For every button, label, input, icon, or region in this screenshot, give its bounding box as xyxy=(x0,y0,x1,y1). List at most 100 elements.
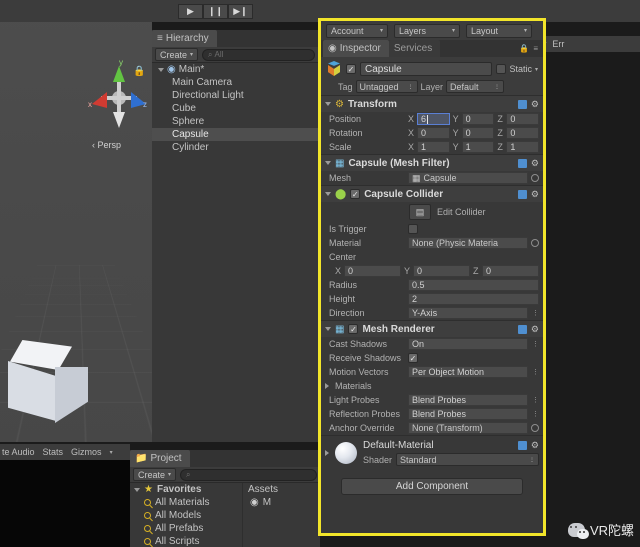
chevron-down-icon[interactable] xyxy=(325,192,331,196)
add-component-button[interactable]: Add Component xyxy=(341,478,523,495)
axis-value-field[interactable]: 1 xyxy=(506,141,540,153)
chevron-down-icon[interactable]: ⋮ xyxy=(531,410,539,418)
chevron-down-icon[interactable] xyxy=(158,67,164,72)
mesh-filter-header[interactable]: ▦ Capsule (Mesh Filter) ⚙ xyxy=(321,155,543,171)
asset-item[interactable]: ◉ M xyxy=(248,496,320,509)
chevron-down-icon[interactable]: ▾ xyxy=(110,449,113,456)
tab-services[interactable]: Services xyxy=(388,40,441,57)
chevron-down-icon[interactable] xyxy=(325,102,331,106)
project-favorite-item[interactable]: All Materials xyxy=(130,496,242,509)
collider-enabled-checkbox[interactable]: ✓ xyxy=(350,189,361,199)
hierarchy-root-row[interactable]: ◉ Main* xyxy=(152,63,318,76)
scene-projection-label[interactable]: ‹ Persp xyxy=(92,140,121,150)
object-active-checkbox[interactable]: ✓ xyxy=(346,64,356,74)
gear-icon[interactable]: ⚙ xyxy=(531,158,539,169)
tab-hierarchy[interactable]: ≡ Hierarchy xyxy=(152,30,217,47)
chevron-down-icon[interactable] xyxy=(325,161,331,165)
mesh-picker-icon[interactable] xyxy=(531,174,539,182)
is-trigger-checkbox[interactable] xyxy=(408,224,418,234)
axis-value-field[interactable]: 0 xyxy=(461,113,495,125)
radius-field[interactable]: 0.5 xyxy=(408,279,539,291)
hierarchy-item[interactable]: Cylinder xyxy=(152,141,318,154)
transform-header[interactable]: ⚙ Transform ⚙ xyxy=(321,96,543,112)
chevron-down-icon[interactable]: ⋮ xyxy=(531,368,539,376)
center-z-field[interactable]: 0 xyxy=(482,265,539,277)
hierarchy-item[interactable]: Directional Light xyxy=(152,89,318,102)
direction-dropdown[interactable]: Y-Axis xyxy=(408,307,528,319)
mute-audio-button[interactable]: te Audio xyxy=(2,447,35,457)
assets-breadcrumb[interactable]: Assets xyxy=(248,483,320,496)
axis-value-field[interactable]: 6 xyxy=(417,113,450,125)
layer-dropdown[interactable]: Default ⋮ xyxy=(446,80,505,93)
layout-dropdown[interactable]: Layout ▾ xyxy=(466,23,532,38)
axis-value-field[interactable]: 0 xyxy=(461,127,495,139)
error-pause-toggle[interactable]: Err xyxy=(552,39,564,49)
shader-dropdown[interactable]: Standard ⋮ xyxy=(396,453,539,466)
center-x-field[interactable]: 0 xyxy=(344,265,401,277)
object-name-field[interactable]: Capsule xyxy=(360,62,493,76)
physic-material-field[interactable]: None (Physic Materia xyxy=(408,237,528,249)
hierarchy-item[interactable]: Capsule xyxy=(152,128,318,141)
height-field[interactable]: 2 xyxy=(408,293,539,305)
chevron-down-icon[interactable] xyxy=(134,487,140,492)
static-toggle[interactable]: Static ▾ xyxy=(496,64,538,74)
help-icon[interactable] xyxy=(517,441,527,450)
anchor-override-field[interactable]: None (Transform) xyxy=(408,422,528,434)
light-probes-dropdown[interactable]: Blend Probes xyxy=(408,394,528,406)
gear-icon[interactable]: ⚙ xyxy=(531,99,539,110)
axis-value-field[interactable]: 1 xyxy=(417,141,450,153)
account-dropdown[interactable]: Account ▾ xyxy=(326,23,388,38)
project-create-button[interactable]: Create ▾ xyxy=(133,468,177,481)
materials-row[interactable]: Materials xyxy=(321,379,543,393)
mesh-object-field[interactable]: ▦ Capsule xyxy=(408,172,528,184)
chevron-down-icon[interactable]: ⋮ xyxy=(531,396,539,404)
axis-value-field[interactable]: 0 xyxy=(506,113,540,125)
center-y-field[interactable]: 0 xyxy=(413,265,470,277)
tab-project[interactable]: 📁 Project xyxy=(130,450,190,467)
lock-icon[interactable]: 🔒 xyxy=(519,44,529,53)
tag-dropdown[interactable]: Untagged ⋮ xyxy=(355,80,418,93)
motion-vectors-dropdown[interactable]: Per Object Motion xyxy=(408,366,528,378)
gizmos-button[interactable]: Gizmos xyxy=(71,447,102,457)
stats-button[interactable]: Stats xyxy=(43,447,64,457)
help-icon[interactable] xyxy=(517,189,527,199)
project-search-input[interactable]: ⌕ xyxy=(180,468,317,481)
static-checkbox[interactable] xyxy=(496,64,507,74)
axis-value-field[interactable]: 1 xyxy=(461,141,495,153)
project-favorite-item[interactable]: All Prefabs xyxy=(130,522,242,535)
mesh-renderer-enabled-checkbox[interactable]: ✓ xyxy=(348,324,359,334)
hierarchy-item[interactable]: Cube xyxy=(152,102,318,115)
play-button[interactable]: ▶ xyxy=(178,4,203,19)
scene-cube-object[interactable] xyxy=(8,340,92,426)
help-icon[interactable] xyxy=(517,99,527,109)
chevron-right-icon[interactable] xyxy=(325,450,329,456)
chevron-down-icon[interactable] xyxy=(325,327,331,331)
hierarchy-create-button[interactable]: Create ▾ xyxy=(155,48,199,61)
axis-value-field[interactable]: 0 xyxy=(417,127,450,139)
mesh-renderer-header[interactable]: ▦ ✓ Mesh Renderer ⚙ xyxy=(321,321,543,337)
edit-collider-button[interactable]: ▤ xyxy=(409,204,431,220)
hierarchy-search-input[interactable]: ⌕ All xyxy=(202,48,315,61)
lock-icon[interactable]: 🔒 xyxy=(133,66,145,77)
cast-shadows-dropdown[interactable]: On xyxy=(408,338,528,350)
chevron-right-icon[interactable] xyxy=(325,383,329,389)
step-button[interactable]: ▶❙ xyxy=(228,4,253,19)
gear-icon[interactable]: ⚙ xyxy=(531,440,539,451)
anchor-override-picker-icon[interactable] xyxy=(531,424,539,432)
axis-value-field[interactable]: 0 xyxy=(506,127,540,139)
receive-shadows-checkbox[interactable]: ✓ xyxy=(408,353,418,363)
gear-icon[interactable]: ⚙ xyxy=(531,189,539,200)
collider-header[interactable]: ⬤ ✓ Capsule Collider ⚙ xyxy=(321,186,543,202)
hierarchy-item[interactable]: Sphere xyxy=(152,115,318,128)
pause-button[interactable]: ❙❙ xyxy=(203,4,228,19)
tab-inspector[interactable]: ◉ Inspector xyxy=(323,40,389,57)
hierarchy-item[interactable]: Main Camera xyxy=(152,76,318,89)
menu-icon[interactable]: ≡ xyxy=(533,44,538,53)
physic-material-picker-icon[interactable] xyxy=(531,239,539,247)
layers-dropdown[interactable]: Layers ▾ xyxy=(394,23,460,38)
chevron-down-icon[interactable]: ⋮ xyxy=(531,340,539,348)
help-icon[interactable] xyxy=(517,324,527,334)
project-favorite-item[interactable]: All Models xyxy=(130,509,242,522)
project-favorite-item[interactable]: All Scripts xyxy=(130,535,242,547)
chevron-down-icon[interactable]: ▾ xyxy=(535,66,538,73)
